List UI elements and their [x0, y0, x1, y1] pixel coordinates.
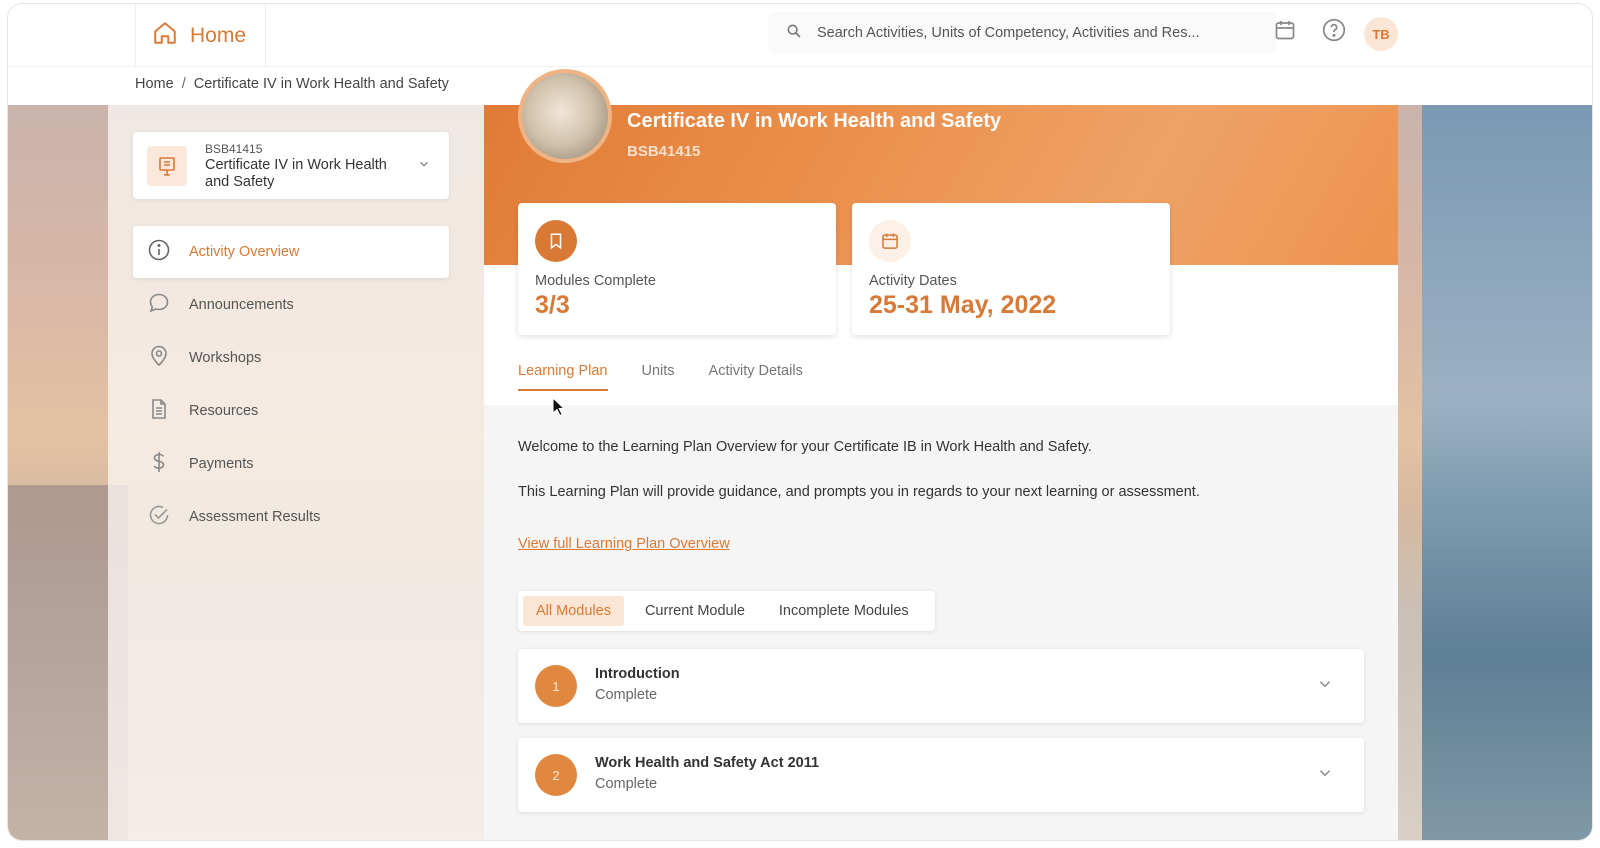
- sidebar-item-workshops[interactable]: Workshops: [133, 332, 449, 384]
- sidebar-item-label: Resources: [189, 403, 259, 419]
- activity-dates-card: Activity Dates 25-31 May, 2022: [852, 203, 1170, 335]
- calendar-button[interactable]: [1271, 18, 1299, 46]
- home-label: Home: [190, 23, 247, 47]
- help-button[interactable]: [1320, 18, 1348, 46]
- chevron-down-icon[interactable]: [1316, 675, 1334, 698]
- module-title: Introduction: [595, 666, 680, 682]
- sidebar-item-label: Payments: [189, 456, 254, 472]
- location-pin-icon: [147, 344, 171, 373]
- module-item[interactable]: 2 Work Health and Safety Act 2011 Comple…: [518, 738, 1364, 812]
- module-status: Complete: [595, 687, 658, 703]
- course-name: Certificate IV in Work Health and Safety: [205, 157, 387, 190]
- sidebar-item-label: Workshops: [189, 350, 262, 366]
- check-circle-icon: [147, 503, 171, 532]
- welcome-text: Welcome to the Learning Plan Overview fo…: [518, 439, 1092, 455]
- course-icon: [147, 146, 187, 186]
- help-icon: [1321, 17, 1347, 48]
- sidebar-item-activity-overview[interactable]: Activity Overview: [133, 226, 449, 278]
- activity-dates-label: Activity Dates: [869, 273, 957, 289]
- sidebar-item-assessment-results[interactable]: Assessment Results: [133, 491, 449, 543]
- guidance-text: This Learning Plan will provide guidance…: [518, 484, 1200, 500]
- filter-current-module[interactable]: Current Module: [632, 596, 758, 626]
- filter-incomplete-modules[interactable]: Incomplete Modules: [766, 596, 922, 626]
- sidebar-item-label: Assessment Results: [189, 509, 321, 525]
- main-content: Certificate IV in Work Health and Safety…: [484, 69, 1398, 840]
- activity-dates-value: 25-31 May, 2022: [869, 291, 1057, 319]
- course-image: [518, 69, 612, 163]
- home-icon: [152, 20, 178, 51]
- hero-code: BSB41415: [627, 143, 701, 160]
- learning-plan-link[interactable]: View full Learning Plan Overview: [518, 536, 730, 552]
- avatar[interactable]: TB: [1364, 17, 1398, 51]
- hero-title: Certificate IV in Work Health and Safety: [627, 110, 1002, 132]
- modules-complete-label: Modules Complete: [535, 273, 656, 289]
- search-input[interactable]: [817, 25, 1257, 41]
- module-filters: All Modules Current Module Incomplete Mo…: [518, 591, 935, 631]
- content-tabs: Learning Plan Units Activity Details: [518, 363, 837, 391]
- tab-learning-plan[interactable]: Learning Plan: [518, 363, 608, 391]
- search-bar[interactable]: [768, 12, 1276, 54]
- calendar-icon: [869, 220, 911, 262]
- scene-right: [1422, 105, 1592, 840]
- tab-activity-details[interactable]: Activity Details: [709, 363, 803, 391]
- module-number: 2: [535, 754, 577, 796]
- module-number: 1: [535, 665, 577, 707]
- chevron-down-icon[interactable]: [1316, 764, 1334, 787]
- module-item[interactable]: 1 Introduction Complete: [518, 649, 1364, 723]
- sidebar-item-label: Activity Overview: [189, 244, 300, 260]
- sidebar-item-payments[interactable]: Payments: [133, 438, 449, 490]
- chat-bubble-icon: [147, 291, 171, 320]
- modules-complete-value: 3/3: [535, 291, 570, 319]
- course-selector[interactable]: BSB41415 Certificate IV in Work Health a…: [133, 132, 449, 199]
- mouse-cursor-icon: [552, 396, 566, 422]
- top-bar: Home TB: [8, 4, 1592, 67]
- info-icon: [147, 238, 171, 267]
- breadcrumb: Home / Certificate IV in Work Health and…: [135, 76, 449, 92]
- dollar-icon: [147, 450, 171, 479]
- filter-all-modules[interactable]: All Modules: [523, 596, 624, 626]
- bookmark-icon: [535, 220, 577, 262]
- calendar-icon: [1273, 18, 1297, 47]
- sidebar-item-label: Announcements: [189, 297, 294, 313]
- module-title: Work Health and Safety Act 2011: [595, 755, 820, 771]
- course-code: BSB41415: [205, 142, 263, 156]
- chevron-down-icon: [417, 157, 431, 176]
- module-status: Complete: [595, 776, 658, 792]
- app-frame: Home TB Home / Certificate IV in Work He…: [8, 4, 1592, 840]
- breadcrumb-home[interactable]: Home: [135, 76, 174, 92]
- search-icon: [786, 23, 802, 44]
- breadcrumb-separator: /: [181, 76, 186, 92]
- sidebar-item-announcements[interactable]: Announcements: [133, 279, 449, 331]
- breadcrumb-current: Certificate IV in Work Health and Safety: [193, 76, 449, 92]
- sidebar-item-resources[interactable]: Resources: [133, 385, 449, 437]
- document-icon: [147, 397, 171, 426]
- tab-units[interactable]: Units: [642, 363, 675, 391]
- modules-complete-card: Modules Complete 3/3: [518, 203, 836, 335]
- home-button[interactable]: Home: [135, 4, 266, 67]
